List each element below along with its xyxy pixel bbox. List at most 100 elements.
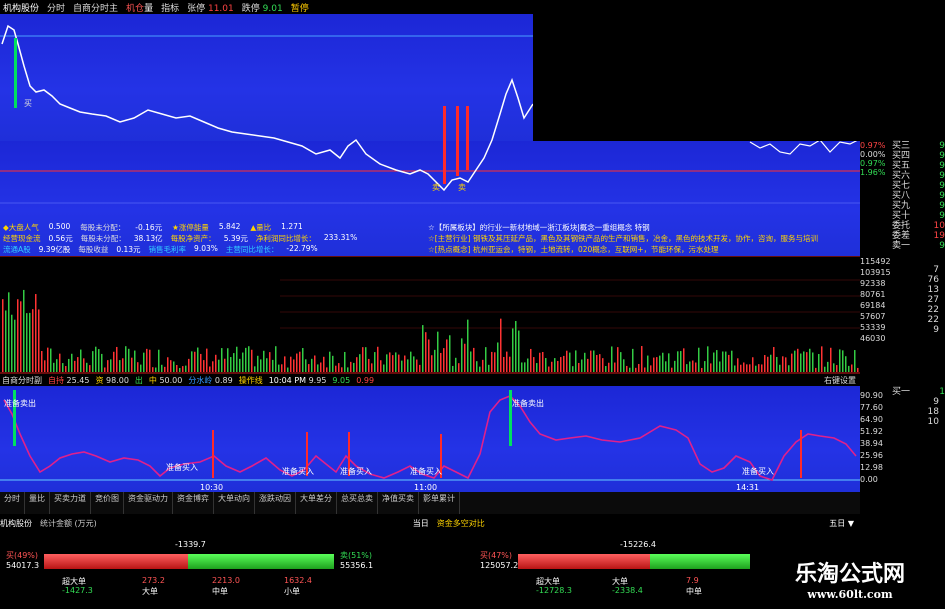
volume-bar [656,357,658,372]
time-mode[interactable]: 分时 [47,1,65,14]
volume-bar [176,364,178,372]
tab-1[interactable]: 量比 [25,492,50,514]
right-diff: -15226.4 [620,540,656,549]
volume-bar [581,359,583,372]
volume-bar [263,350,265,372]
tab-10[interactable]: 净值买卖 [378,492,419,514]
volume-bar [617,347,619,372]
tab-6[interactable]: 大单动向 [214,492,255,514]
volume-bar [716,350,718,372]
volume-bar [467,319,469,372]
volume-bar [197,347,199,372]
volume-bar [293,359,295,372]
volume-bar [419,364,421,372]
status-2: 自持 25.45 [48,375,90,385]
volume-bar [221,348,223,372]
time-1030: 10:30 [200,483,223,492]
volume-bar [635,367,637,372]
tab-4[interactable]: 资金驱动力 [124,492,173,514]
left-sell-bar [188,554,334,569]
left-name-0: 大单 [142,587,158,596]
volume-bar [23,289,25,372]
tab-5[interactable]: 资金博弈 [173,492,214,514]
volume-bar [350,361,352,372]
volume-bar [755,365,757,372]
tab-9[interactable]: 总买总卖 [337,492,378,514]
tab-2[interactable]: 买卖力道 [50,492,91,514]
status-name[interactable]: 自商分时副 [2,375,42,386]
volume-bar [68,358,70,372]
volume-bar [818,353,820,372]
right-buy-pct: 买(47%) [480,551,513,560]
stock-name[interactable]: 机构股份 [3,1,39,14]
indicator-1[interactable]: 机仓量 [126,1,153,14]
volume-bar [452,365,454,372]
volume-bar [836,365,838,372]
volume-bar [113,351,115,372]
right-val-0: -12728.3 [536,586,572,595]
ind-label-buy-4: 准备买入 [410,466,442,476]
right-name-1: 中单 [686,587,702,596]
volume-bar [449,335,451,372]
status-5: 中 50.00 [148,375,183,385]
volume-bar [341,367,343,372]
buy-marker-1: 买 [24,99,32,108]
volume-bar [308,364,310,372]
blank-region [533,0,945,141]
volume-bar [149,349,151,372]
volume-bar [362,347,364,372]
volume-bar [104,367,106,372]
volume-bar [476,361,478,372]
time-1431: 14:31 [736,483,759,492]
volume-bar [530,348,532,372]
volume-bar [722,351,724,372]
tab-strip: 分时 量比 买卖力道 竞价图 资金驱动力 资金博弈 大单动向 涨跌动因 大单差分… [0,492,860,514]
volume-bar [89,365,91,372]
volume-bar [788,365,790,372]
volume-bar [434,349,436,372]
upper-y-axis: 0.97% 0.00% 0.97% 1.96% [860,141,892,256]
volume-bar [659,355,661,372]
volume-bar [503,356,505,372]
volume-bar [287,367,289,372]
volume-bar [338,363,340,372]
tab-8[interactable]: 大单差分 [296,492,337,514]
volume-bar [50,348,52,372]
volume-bar [515,321,517,372]
volume-bar [305,359,307,372]
volume-bar [545,358,547,372]
tab-0[interactable]: 分时 [0,492,25,514]
volume-bar [374,352,376,372]
volume-bar [653,357,655,372]
volume-bar [74,360,76,372]
tab-7[interactable]: 涨跌动因 [255,492,296,514]
volume-bar [359,354,361,372]
volume-bar [602,358,604,372]
volume-bar [260,359,262,372]
left-sell-pct: 卖(51%) [340,551,373,560]
volume-bar [413,356,415,372]
volume-bar [344,351,346,372]
volume-bar [809,348,811,372]
period-select[interactable]: 五日 ▼ [829,518,854,529]
volume-bar [833,363,835,372]
volume-bar [560,357,562,372]
right-click-settings[interactable]: 右键设置 [824,375,856,386]
volume-bar [155,367,157,372]
volume-bar [401,360,403,372]
indicator-2[interactable]: 指标 [161,1,179,14]
ind-label-buy-1: 准备买入 [166,462,198,472]
status-7: 操作线 [238,375,263,385]
left-sell-val: 55356.1 [340,561,374,570]
tab-11[interactable]: 影单累计 [419,492,460,514]
volume-bar [209,366,211,372]
volume-bar [101,353,103,372]
tab-3[interactable]: 竞价图 [91,492,124,514]
status-6: 分水岭 0.89 [188,375,233,385]
volume-bar [590,350,592,372]
volume-bar [728,354,730,372]
overlay-label[interactable]: 自商分时主 [73,1,118,14]
volume-bar [398,354,400,372]
volume-bar [212,361,214,372]
ind-label-buy-3: 准备买入 [340,466,372,476]
